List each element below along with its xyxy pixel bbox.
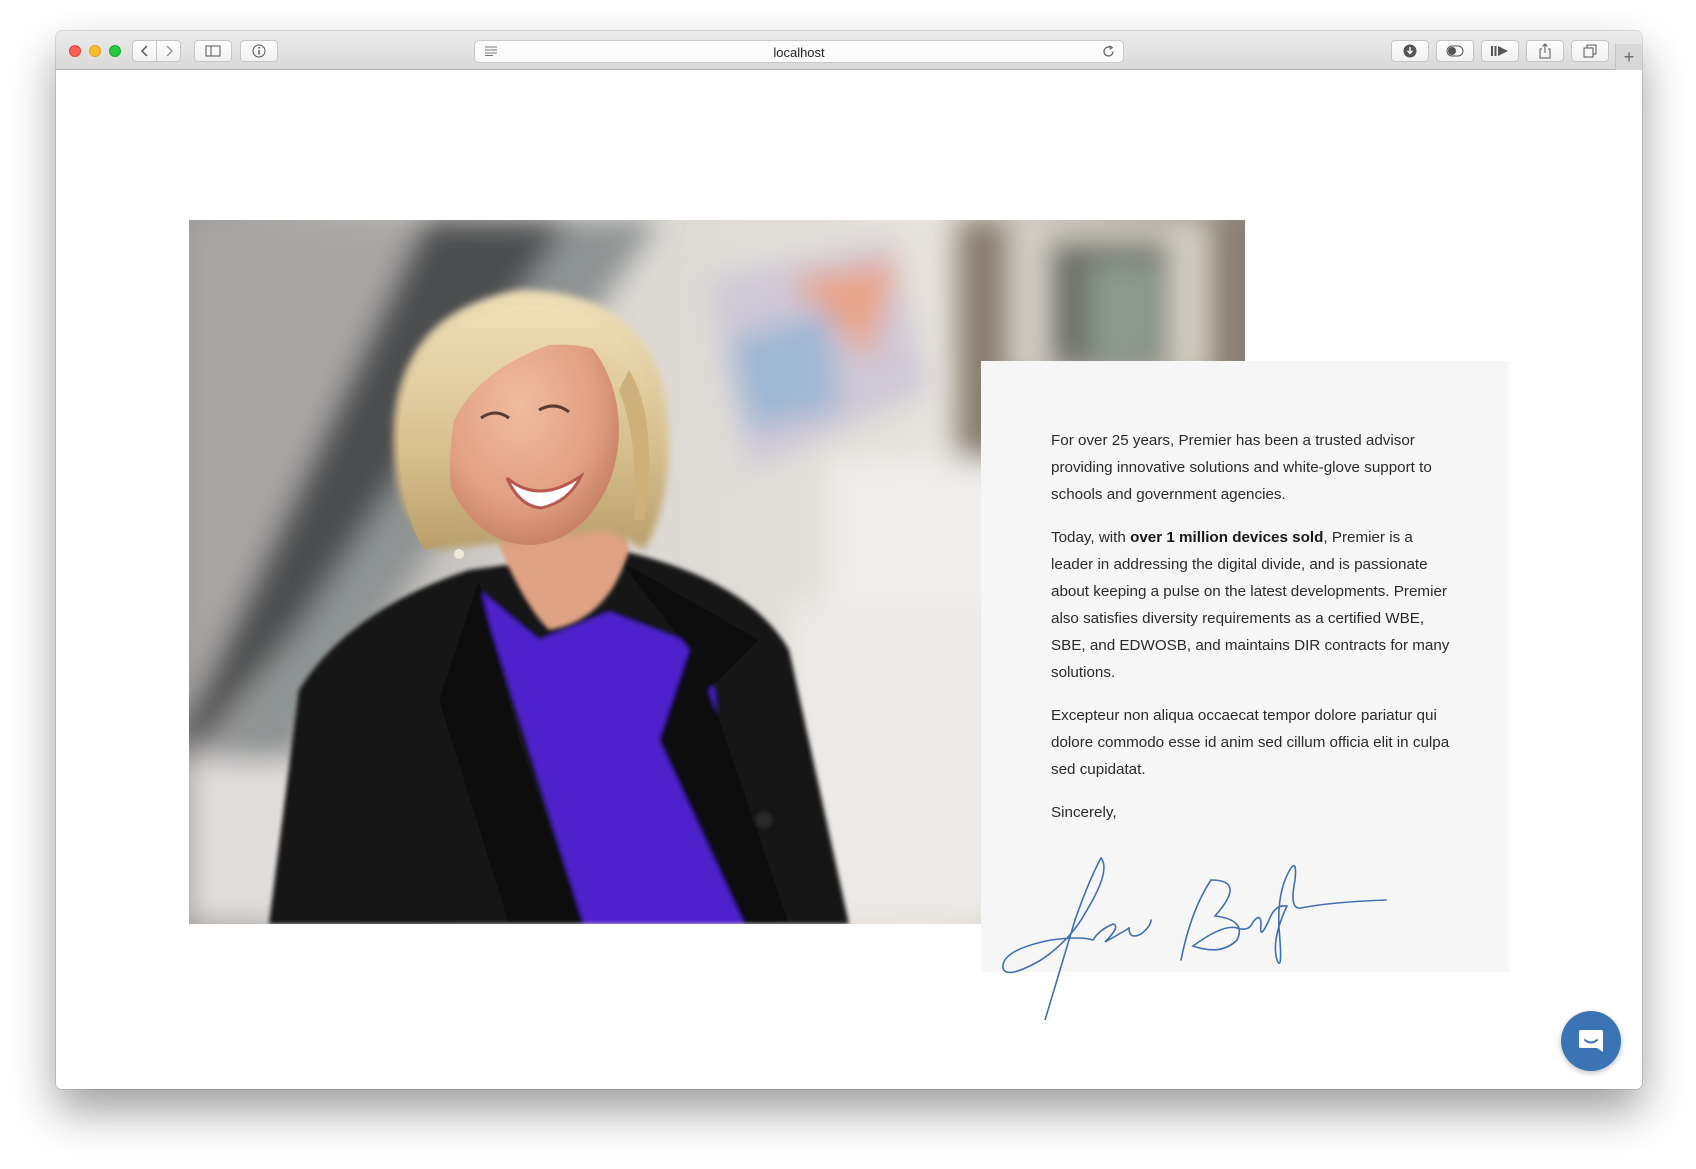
- chat-launcher-button[interactable]: [1561, 1011, 1621, 1071]
- chat-bubble-icon: [1579, 1030, 1603, 1052]
- browser-window: localhost + For over 25 years, Premier h…: [56, 31, 1642, 1089]
- letter-closing: Sincerely,: [1051, 804, 1117, 821]
- letter-body: For over 25 years, Premier has been a tr…: [1051, 427, 1451, 842]
- download-button[interactable]: [1391, 40, 1429, 62]
- letter-paragraph-2: Today, with over 1 million devices sold,…: [1051, 524, 1451, 686]
- new-tab-button[interactable]: +: [1615, 44, 1642, 70]
- browser-toolbar: localhost +: [56, 31, 1642, 70]
- back-button[interactable]: [132, 40, 157, 62]
- info-icon: [252, 44, 266, 58]
- info-button[interactable]: [240, 40, 278, 62]
- zoom-window-button[interactable]: [109, 45, 121, 57]
- share-button[interactable]: [1526, 40, 1564, 62]
- reload-icon[interactable]: [1102, 45, 1115, 58]
- sidebar-icon: [205, 45, 221, 57]
- signature-image: [1002, 857, 1387, 1020]
- minimize-window-button[interactable]: [89, 45, 101, 57]
- letter-paragraph-1: For over 25 years, Premier has been a tr…: [1051, 432, 1432, 503]
- toggle-icon: [1446, 45, 1464, 57]
- chevron-right-icon: [165, 45, 173, 57]
- page-content: For over 25 years, Premier has been a tr…: [56, 70, 1642, 1089]
- address-bar[interactable]: localhost: [474, 40, 1124, 63]
- tabs-button[interactable]: [1571, 40, 1609, 62]
- letter-paragraph-3: Excepteur non aliqua occaecat tempor dol…: [1051, 707, 1450, 778]
- letter-paragraph-2-suffix: , Premier is a leader in addressing the …: [1051, 529, 1450, 681]
- chevron-left-icon: [140, 45, 148, 57]
- close-window-button[interactable]: [69, 45, 81, 57]
- toggle-button[interactable]: [1436, 40, 1474, 62]
- tabs-icon: [1583, 44, 1597, 58]
- letter-paragraph-2-highlight: over 1 million devices sold: [1130, 529, 1324, 546]
- download-icon: [1403, 44, 1417, 58]
- address-url: localhost: [773, 45, 825, 60]
- letter-paragraph-2-prefix: Today, with: [1051, 529, 1131, 546]
- share-icon: [1539, 43, 1551, 59]
- media-button[interactable]: [1481, 40, 1519, 62]
- sidebar-button[interactable]: [194, 40, 232, 62]
- forward-button[interactable]: [156, 40, 181, 62]
- media-icon: [1491, 46, 1508, 56]
